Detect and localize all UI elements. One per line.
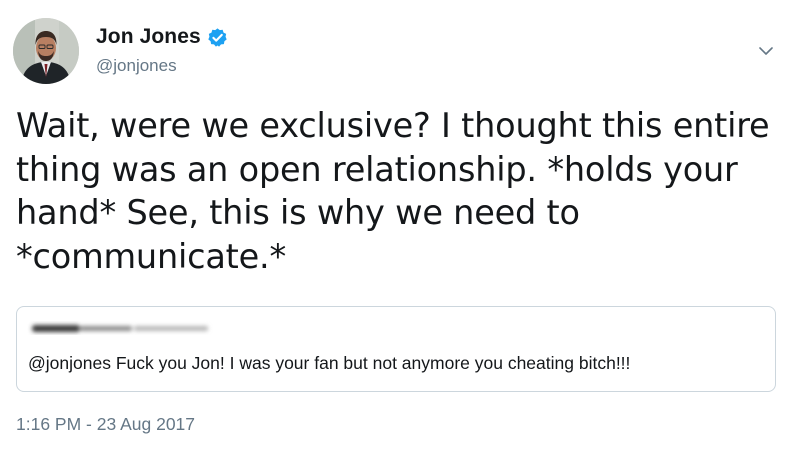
quoted-tweet-text: @jonjones Fuck you Jon! I was your fan b… (28, 353, 631, 373)
tweet-card: Jon Jones @jonjones Wait, were we exclus… (0, 0, 800, 451)
quoted-tweet[interactable]: @jonjones Fuck you Jon! I was your fan b… (16, 306, 776, 392)
author-handle[interactable]: @jonjones (96, 56, 177, 76)
tweet-text: Wait, were we exclusive? I thought this … (16, 106, 770, 276)
tweet-timestamp[interactable]: 1:16 PM - 23 Aug 2017 (16, 414, 195, 435)
author-name-row: Jon Jones (96, 24, 228, 50)
avatar[interactable] (13, 18, 79, 84)
avatar-image (13, 18, 79, 84)
verified-badge-icon (207, 27, 228, 48)
chevron-down-icon[interactable] (757, 42, 775, 60)
blurred-quote-author (32, 325, 208, 332)
author-display-name[interactable]: Jon Jones (96, 25, 201, 49)
